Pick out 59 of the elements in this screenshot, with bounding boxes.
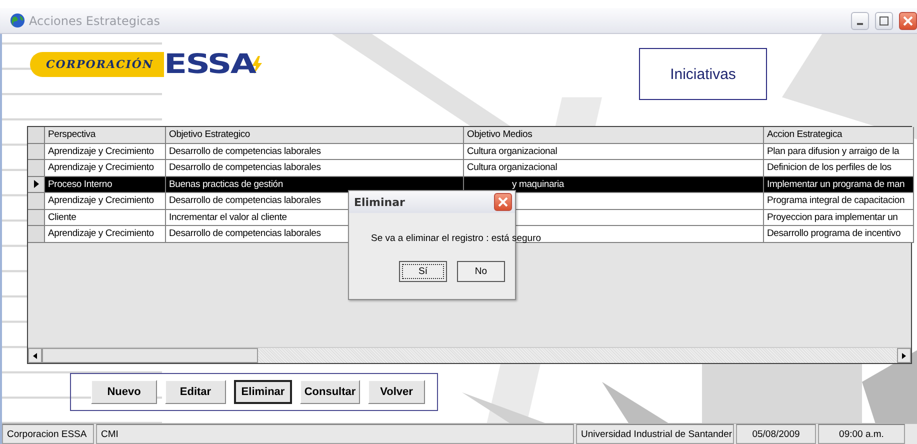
table-cell: Proyeccion para implementar un [764, 210, 914, 226]
maximize-icon [879, 16, 889, 26]
status-panel: 05/08/2009 [736, 424, 816, 444]
table-cell: Desarrollo de competencias laborales [166, 160, 464, 176]
close-icon [498, 197, 508, 207]
status-panel: Universidad Industrial de Santander [576, 424, 734, 444]
row-header-cell[interactable] [28, 210, 45, 226]
table-cell: Cultura organizacional [464, 144, 764, 160]
left-arrow-icon [33, 352, 37, 358]
row-pointer-icon [34, 180, 38, 188]
no-button[interactable]: No [457, 261, 505, 282]
table-cell: Desarrollo de competencias laborales [166, 144, 464, 160]
row-header-cell[interactable] [28, 160, 45, 176]
close-button[interactable] [494, 193, 512, 211]
dialog-title: Eliminar [354, 196, 405, 208]
action-button[interactable]: Eliminar [234, 380, 292, 404]
table-cell: Proceso Interno [45, 176, 166, 193]
row-header-cell[interactable] [28, 176, 45, 193]
minimize-icon [857, 22, 863, 24]
table-cell: Cultura organizacional [464, 160, 764, 176]
table-cell: Definicion de los perfiles de los [764, 160, 914, 176]
yes-button[interactable]: Sí [399, 261, 447, 282]
action-button[interactable]: Nuevo [91, 380, 157, 404]
column-header[interactable]: Accion Estrategica [764, 127, 914, 144]
horizontal-scrollbar[interactable] [28, 347, 911, 363]
scroll-left-button[interactable] [28, 348, 42, 363]
row-header-cell[interactable] [28, 226, 45, 242]
table-cell: Cliente [45, 210, 166, 226]
status-panel: 09:00 a.m. [818, 424, 905, 444]
close-button[interactable] [899, 12, 917, 30]
section-heading: Iniciativas [639, 48, 767, 100]
table-cell: y maquinaria [464, 176, 764, 193]
right-arrow-icon [902, 352, 906, 358]
globe-icon [10, 13, 25, 28]
table-cell: Plan para difusion y arraigo de la [764, 144, 914, 160]
window-title: Acciones Estrategicas [29, 14, 161, 28]
column-header[interactable]: Perspectiva [45, 127, 166, 144]
action-button[interactable]: Editar [165, 380, 226, 404]
row-header-cell[interactable] [28, 193, 45, 210]
action-button[interactable]: Volver [368, 380, 425, 404]
row-header-cell[interactable] [28, 144, 45, 160]
table-cell: Aprendizaje y Crecimiento [45, 144, 166, 160]
table-cell: Aprendizaje y Crecimiento [45, 193, 166, 210]
table-cell: Programa integral de capacitacion [764, 193, 914, 210]
scrollbar-thumb[interactable] [42, 348, 258, 363]
status-panel: Corporacion ESSA [2, 424, 94, 444]
table-cell: Desarrollo programa de incentivo [764, 226, 914, 242]
action-button[interactable]: Consultar [300, 380, 360, 404]
column-header[interactable]: Objetivo Medios [464, 127, 764, 144]
maximize-button[interactable] [875, 12, 893, 30]
status-panel: CMI [96, 424, 574, 444]
table-cell: Aprendizaje y Crecimiento [45, 226, 166, 242]
table-cell: Aprendizaje y Crecimiento [45, 160, 166, 176]
column-header[interactable]: Objetivo Estrategico [166, 127, 464, 144]
company-logo: CORPORACIÓN ESSA [30, 52, 263, 77]
minimize-button[interactable] [851, 12, 869, 30]
table-cell: Implementar un programa de man [764, 176, 914, 193]
scroll-right-button[interactable] [897, 348, 911, 363]
close-icon [903, 16, 913, 26]
